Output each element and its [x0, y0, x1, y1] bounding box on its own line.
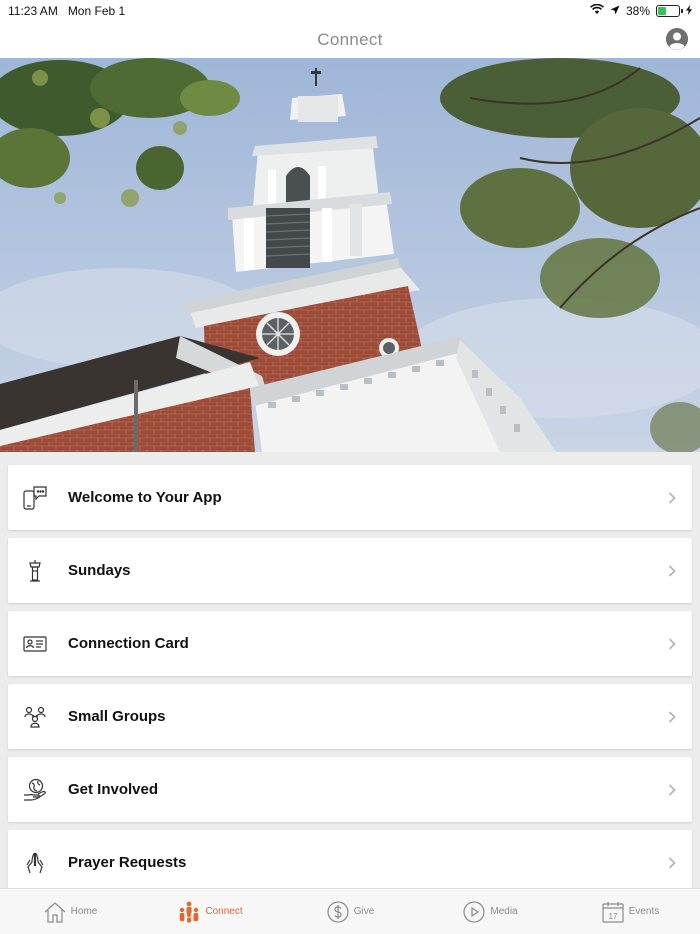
tab-bar: Home Connect Give Media 17 Events [0, 888, 700, 934]
status-bar: 11:23 AM Mon Feb 1 38% [0, 0, 700, 22]
id-card-icon [22, 631, 48, 657]
hero-image [0, 58, 700, 452]
status-date: Mon Feb 1 [67, 4, 126, 18]
pulpit-icon [22, 558, 48, 584]
tab-label: Give [353, 906, 375, 917]
list-item-connection-card[interactable]: Connection Card [8, 611, 692, 676]
battery-icon [656, 5, 683, 17]
tab-media[interactable]: Media [420, 900, 560, 924]
tab-events[interactable]: 17 Events [560, 900, 700, 924]
battery-percent: 38% [625, 4, 650, 18]
home-icon [43, 900, 67, 924]
list-item-sundays[interactable]: Sundays [8, 538, 692, 603]
group-icon [22, 704, 48, 730]
dollar-icon [326, 900, 350, 924]
wifi-icon [590, 3, 604, 18]
tab-home[interactable]: Home [0, 900, 140, 924]
tab-connect[interactable]: Connect [140, 900, 280, 924]
list-item-welcome[interactable]: Welcome to Your App [8, 465, 692, 530]
chevron-right-icon [668, 564, 676, 577]
praying-hands-icon [22, 850, 48, 876]
list-item-label: Prayer Requests [68, 854, 187, 871]
calendar-day: 17 [608, 912, 617, 921]
list-item-get-involved[interactable]: Get Involved [8, 757, 692, 822]
chevron-right-icon [668, 783, 676, 796]
calendar-icon: 17 [601, 900, 625, 924]
location-icon [610, 4, 620, 18]
menu-list: Welcome to Your App Sundays Connection C… [8, 465, 692, 903]
chevron-right-icon [668, 710, 676, 723]
page-title: Connect [317, 30, 383, 49]
chevron-right-icon [668, 491, 676, 504]
charging-icon [686, 4, 692, 18]
people-icon [177, 900, 201, 924]
tab-label: Events [628, 906, 660, 917]
list-item-prayer-requests[interactable]: Prayer Requests [8, 830, 692, 895]
phone-chat-icon [22, 485, 48, 511]
tab-give[interactable]: Give [280, 900, 420, 924]
tab-label: Media [490, 906, 518, 917]
profile-button[interactable] [666, 28, 688, 50]
tab-label: Home [70, 906, 98, 917]
list-item-label: Welcome to Your App [68, 489, 222, 506]
globe-hand-icon [22, 777, 48, 803]
play-icon [462, 900, 486, 924]
nav-bar: Connect [0, 22, 700, 58]
status-time: 11:23 AM [8, 4, 58, 18]
list-item-label: Get Involved [68, 781, 159, 798]
tab-label: Connect [205, 906, 243, 917]
chevron-right-icon [668, 637, 676, 650]
list-item-label: Sundays [68, 562, 131, 579]
list-item-label: Connection Card [68, 635, 189, 652]
chevron-right-icon [668, 856, 676, 869]
list-item-small-groups[interactable]: Small Groups [8, 684, 692, 749]
list-item-label: Small Groups [68, 708, 166, 725]
user-icon [666, 28, 688, 50]
